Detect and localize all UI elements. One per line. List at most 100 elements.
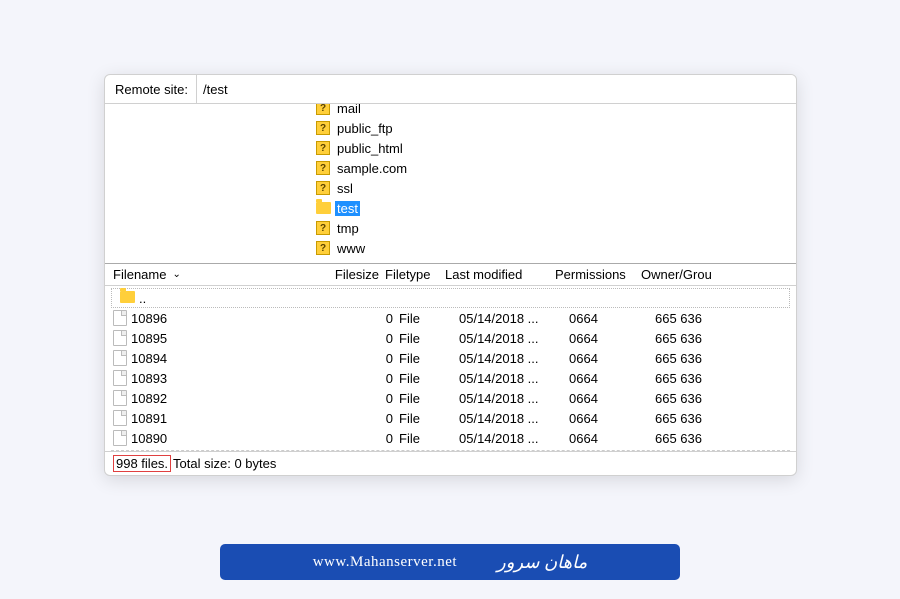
file-permissions: 0664 [569,331,655,346]
parent-dir-row[interactable]: .. [111,288,790,308]
file-type: File [399,371,459,386]
tree-item-label: www [335,241,367,256]
file-size: 0 [343,391,399,406]
file-size: 0 [343,431,399,446]
branding-banner: www.Mahanserver.net ماهان سرور [220,544,680,580]
file-icon [113,330,127,346]
banner-url: www.Mahanserver.net [313,554,457,571]
file-size: 0 [343,351,399,366]
tree-item[interactable]: ? ssl [105,178,796,198]
file-icon [113,430,127,446]
file-type: File [399,391,459,406]
tree-item-label: ssl [335,181,355,196]
file-type: File [399,331,459,346]
directory-tree[interactable]: ? mail ? public_ftp ? public_html ? samp… [105,104,796,264]
tree-item[interactable]: ? sample.com [105,158,796,178]
file-row[interactable]: 10894 0 File 05/14/2018 ... 0664 665 636 [105,348,796,368]
file-modified: 05/14/2018 ... [459,391,569,406]
col-modified[interactable]: Last modified [445,265,555,284]
col-filename[interactable]: Filename ⌄ [113,265,329,284]
file-row[interactable]: 10890 0 File 05/14/2018 ... 0664 665 636 [105,428,796,448]
file-owner: 665 636 [655,411,747,426]
file-permissions: 0664 [569,391,655,406]
col-permissions[interactable]: Permissions [555,265,641,284]
col-filesize[interactable]: Filesize [329,265,385,284]
col-filetype[interactable]: Filetype [385,265,445,284]
file-name: 10893 [131,371,343,386]
file-permissions: 0664 [569,431,655,446]
tree-item-selected[interactable]: test [105,198,796,218]
tree-item-label: mail [335,104,363,116]
file-icon [113,410,127,426]
file-type: File [399,351,459,366]
tree-item[interactable]: ? www [105,238,796,258]
tree-item-label: sample.com [335,161,409,176]
status-total-size: Total size: 0 bytes [173,456,276,471]
file-size: 0 [343,411,399,426]
file-name: 10896 [131,311,343,326]
question-icon: ? [315,220,331,236]
folder-icon [120,291,135,306]
ftp-window: Remote site: ? mail ? public_ftp ? publi… [104,74,797,476]
file-name: 10891 [131,411,343,426]
file-type: File [399,411,459,426]
file-row[interactable]: 10892 0 File 05/14/2018 ... 0664 665 636 [105,388,796,408]
file-name: 10890 [131,431,343,446]
tree-item-label: tmp [335,221,361,236]
file-row[interactable]: 10896 0 File 05/14/2018 ... 0664 665 636 [105,308,796,328]
tree-item-label: public_html [335,141,405,156]
file-list[interactable]: .. 10896 0 File 05/14/2018 ... 0664 665 … [105,288,796,451]
file-modified: 05/14/2018 ... [459,431,569,446]
question-icon: ? [315,160,331,176]
file-size: 0 [343,371,399,386]
file-icon [113,370,127,386]
file-modified: 05/14/2018 ... [459,331,569,346]
file-name: 10892 [131,391,343,406]
file-row[interactable]: 10893 0 File 05/14/2018 ... 0664 665 636 [105,368,796,388]
file-owner: 665 636 [655,351,747,366]
file-modified: 05/14/2018 ... [459,311,569,326]
address-label: Remote site: [105,76,196,103]
question-icon: ? [315,120,331,136]
col-owner[interactable]: Owner/Grou [641,265,733,284]
question-icon: ? [315,180,331,196]
status-file-count: 998 files. [113,455,171,472]
file-size: 0 [343,311,399,326]
file-permissions: 0664 [569,351,655,366]
tree-item-label: public_ftp [335,121,395,136]
file-owner: 665 636 [655,311,747,326]
file-permissions: 0664 [569,311,655,326]
file-permissions: 0664 [569,411,655,426]
address-bar: Remote site: [105,75,796,104]
file-icon [113,350,127,366]
question-icon: ? [315,104,331,116]
file-size: 0 [343,331,399,346]
file-row[interactable]: 10895 0 File 05/14/2018 ... 0664 665 636 [105,328,796,348]
file-type: File [399,311,459,326]
file-name: 10894 [131,351,343,366]
question-icon: ? [315,240,331,256]
tree-item[interactable]: ? mail [105,104,796,118]
address-input[interactable] [196,75,796,103]
question-icon: ? [315,140,331,156]
file-owner: 665 636 [655,331,747,346]
tree-item-label: test [335,201,360,216]
file-name: 10895 [131,331,343,346]
file-permissions: 0664 [569,371,655,386]
file-icon [113,310,127,326]
file-type: File [399,431,459,446]
banner-logo: ماهان سرور [497,552,587,573]
tree-item[interactable]: ? public_html [105,138,796,158]
col-filename-label: Filename [113,267,166,282]
column-headers: Filename ⌄ Filesize Filetype Last modifi… [105,264,796,286]
tree-item[interactable]: ? tmp [105,218,796,238]
folder-icon [315,200,331,216]
file-modified: 05/14/2018 ... [459,411,569,426]
sort-chevron-icon: ⌄ [172,269,180,280]
tree-item[interactable]: ? public_ftp [105,118,796,138]
file-modified: 05/14/2018 ... [459,351,569,366]
file-row[interactable]: 10891 0 File 05/14/2018 ... 0664 665 636 [105,408,796,428]
file-owner: 665 636 [655,431,747,446]
file-owner: 665 636 [655,371,747,386]
file-modified: 05/14/2018 ... [459,371,569,386]
